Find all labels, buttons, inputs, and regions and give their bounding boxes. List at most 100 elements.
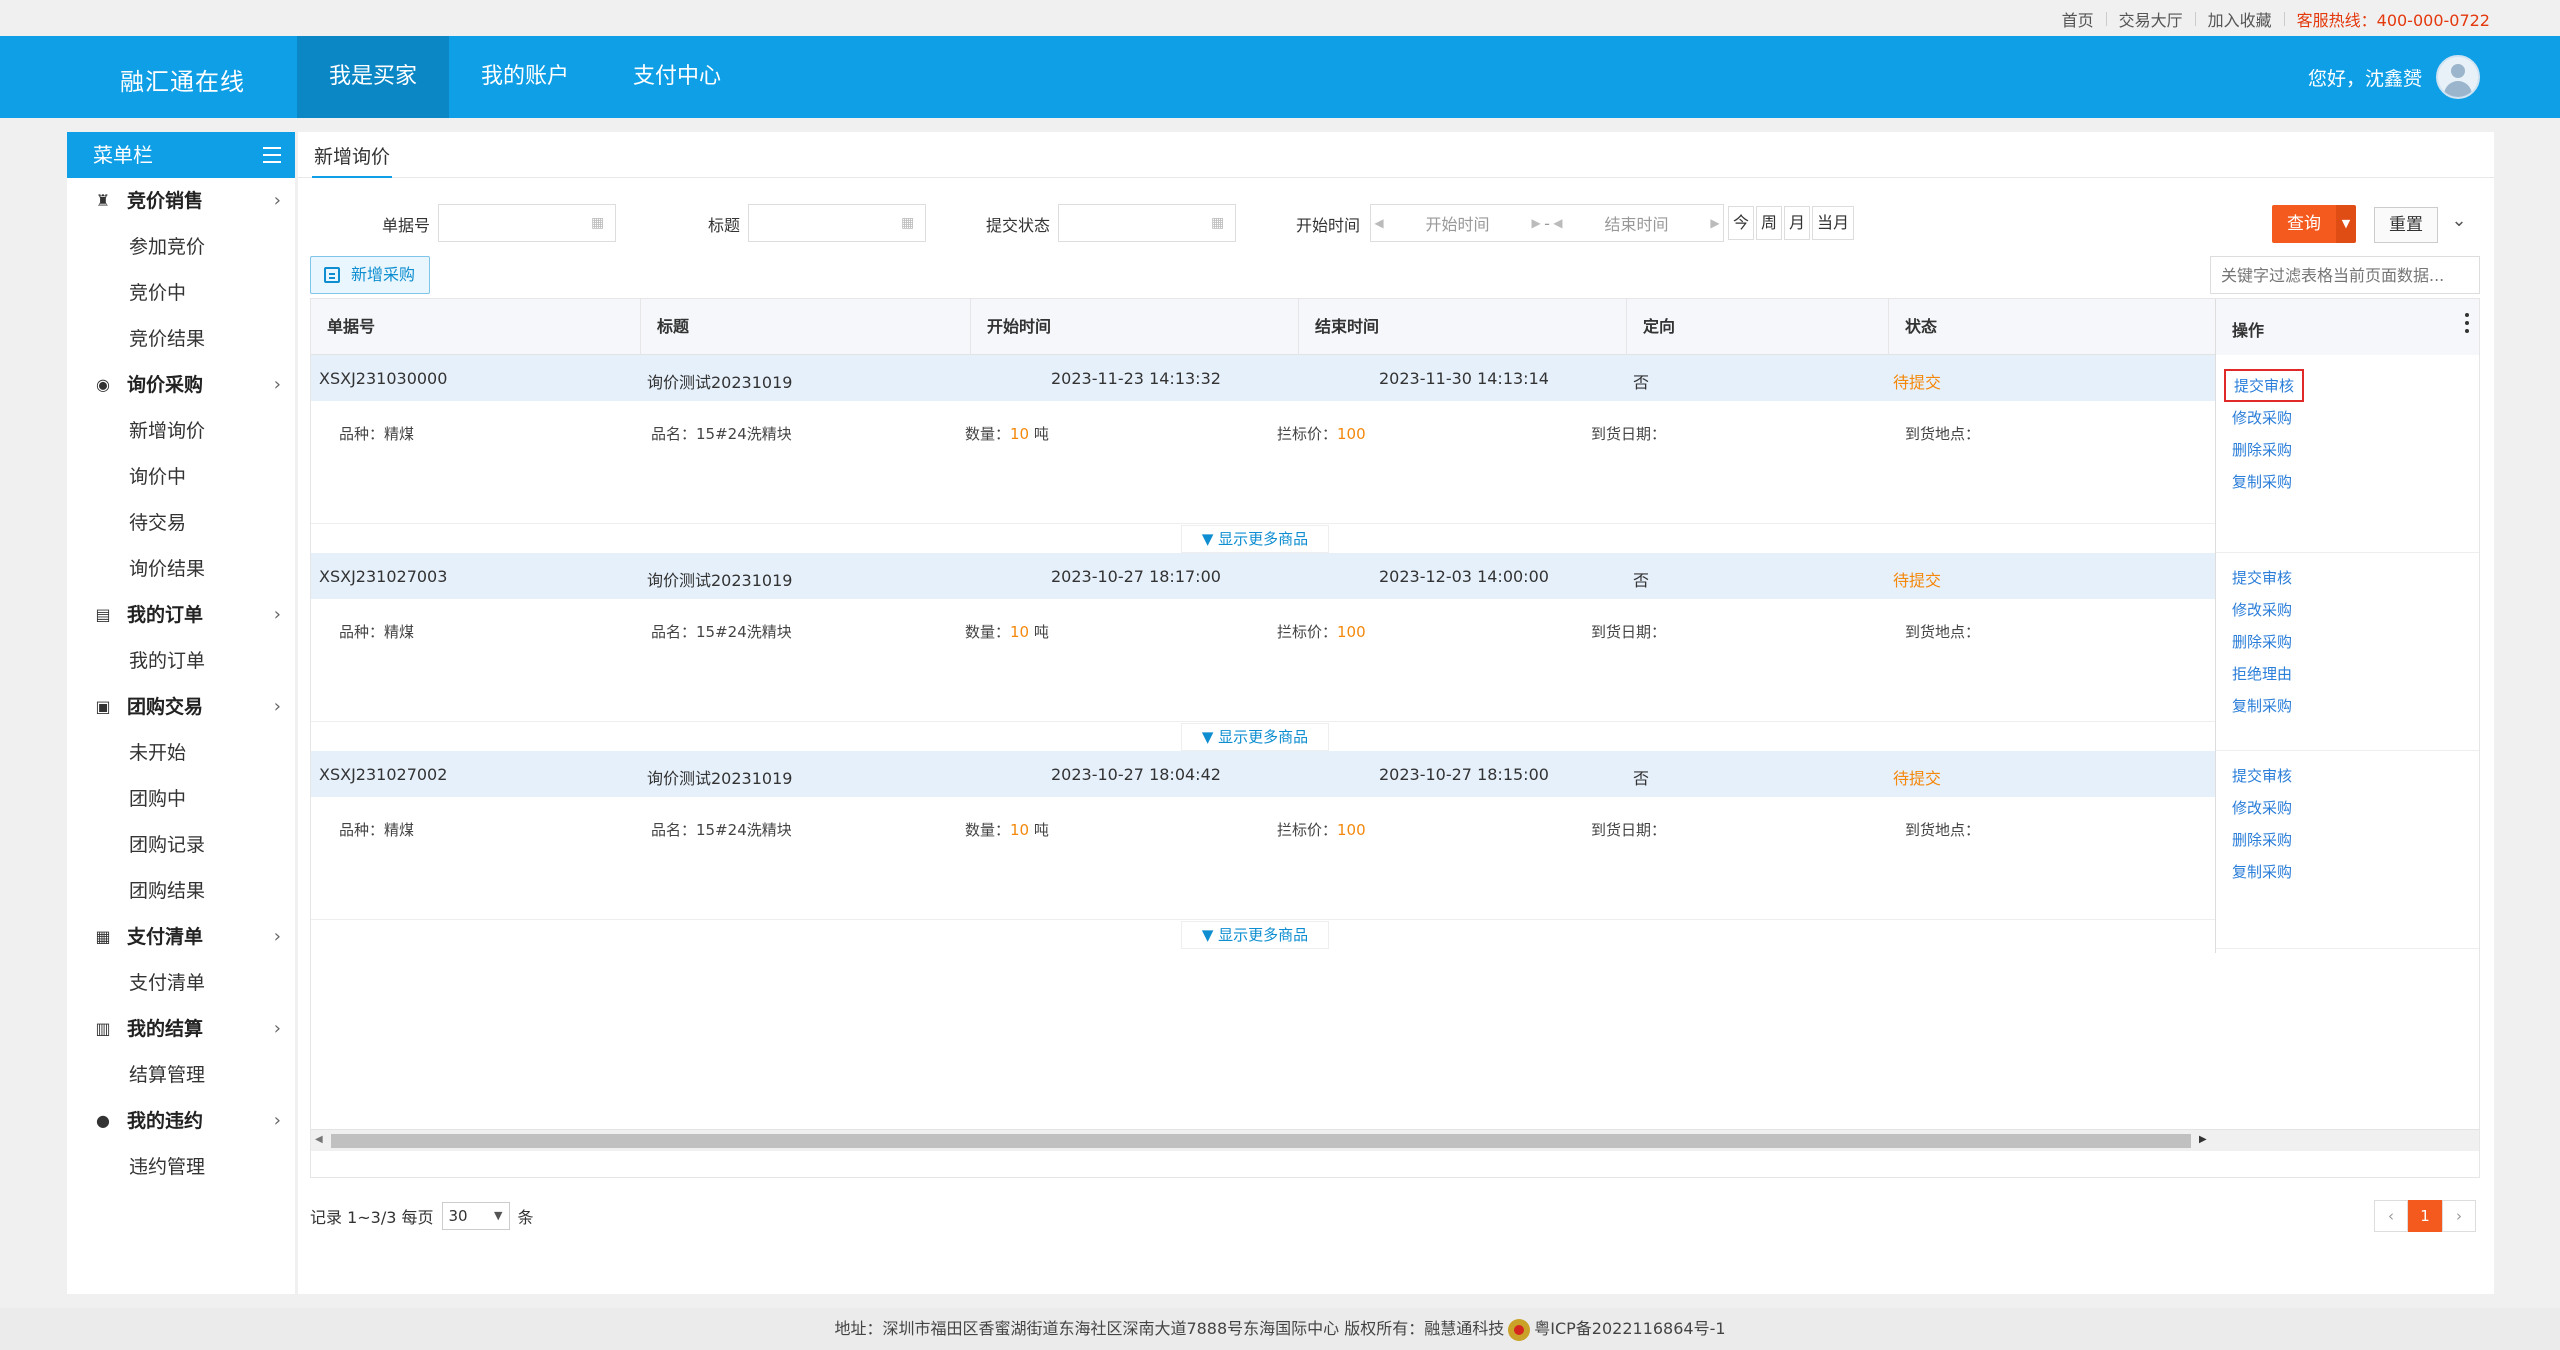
column-menu-icon[interactable] xyxy=(2465,313,2469,333)
scrollbar-thumb[interactable] xyxy=(331,1134,2191,1148)
title-input[interactable]: ▦ xyxy=(748,204,926,242)
col-start-time[interactable]: 开始时间 xyxy=(971,299,1299,355)
avatar-head xyxy=(2451,64,2465,78)
query-dropdown-caret-icon[interactable]: ▼ xyxy=(2336,205,2356,243)
sidebar-group-title[interactable]: ◉ 询价采购 › xyxy=(67,362,295,408)
copy-purchase-link[interactable]: 复制采购 xyxy=(2232,861,2292,882)
show-more-button[interactable]: ▼ 显示更多商品 xyxy=(1181,921,1329,949)
col-direction[interactable]: 定向 xyxy=(1627,299,1889,355)
end-date-input[interactable]: 结束时间 xyxy=(1566,211,1707,235)
order-no-label: 单据号 xyxy=(382,216,431,235)
sidebar-item-join-bidding[interactable]: 参加竞价 xyxy=(67,224,295,270)
scroll-left-icon[interactable]: ◀ xyxy=(315,1134,323,1145)
user-greeting[interactable]: 您好，沈鑫赟 xyxy=(2308,64,2422,91)
hamburger-icon[interactable] xyxy=(263,147,281,163)
edit-purchase-link[interactable]: 修改采购 xyxy=(2232,599,2292,620)
submit-review-link[interactable]: 提交审核 xyxy=(2232,765,2292,786)
sidebar-group-title[interactable]: ● 我的违约 › xyxy=(67,1098,295,1144)
sidebar-group-title[interactable]: ♜ 竞价销售 › xyxy=(67,178,295,224)
sidebar-group-title[interactable]: ▦ 支付清单 › xyxy=(67,914,295,960)
row-summary[interactable]: XSXJ231030000 询价测试20231019 2023-11-23 14… xyxy=(311,355,2215,401)
sidebar-group-title[interactable]: ▣ 团购交易 › xyxy=(67,684,295,730)
delete-purchase-link[interactable]: 删除采购 xyxy=(2232,829,2292,850)
group-label: 竞价销售 xyxy=(127,190,204,212)
edit-purchase-link[interactable]: 修改采购 xyxy=(2232,797,2292,818)
sidebar-item-pending-trade[interactable]: 待交易 xyxy=(67,500,295,546)
collapse-chevron-icon[interactable]: ⌄ xyxy=(2446,210,2472,236)
sidebar-group-payment: ▦ 支付清单 › 支付清单 xyxy=(67,914,295,1006)
sidebar-item-my-orders[interactable]: 我的订单 xyxy=(67,638,295,684)
quick-today-button[interactable]: 今 xyxy=(1728,206,1754,240)
gavel-icon: ♜ xyxy=(95,191,111,210)
order-no-input[interactable]: ▦ xyxy=(438,204,616,242)
row-summary[interactable]: XSXJ231027002 询价测试20231019 2023-10-27 18… xyxy=(311,751,2215,797)
sidebar-item-inquiry-result[interactable]: 询价结果 xyxy=(67,546,295,592)
detail-arrival-place: 到货地点： xyxy=(1905,425,1981,443)
table-filter-input[interactable] xyxy=(2210,256,2480,294)
trading-hall-link[interactable]: 交易大厅 xyxy=(2119,7,2183,31)
sidebar-item-settlement-mgmt[interactable]: 结算管理 xyxy=(67,1052,295,1098)
row-status: 待提交 xyxy=(1893,571,1942,590)
submit-review-link[interactable]: 提交审核 xyxy=(2224,369,2305,402)
detail-label: 品名： xyxy=(651,623,697,641)
nav-account[interactable]: 我的账户 xyxy=(449,36,601,118)
delete-purchase-link[interactable]: 删除采购 xyxy=(2232,631,2292,652)
sidebar-header: 菜单栏 xyxy=(67,132,295,178)
add-favorite-link[interactable]: 加入收藏 xyxy=(2208,7,2272,31)
sidebar-item-new-inquiry[interactable]: 新增询价 xyxy=(67,408,295,454)
reject-reason-link[interactable]: 拒绝理由 xyxy=(2232,663,2292,684)
date-range-picker[interactable]: ◀ 开始时间 ▶ - ◀ 结束时间 ▶ xyxy=(1370,204,1724,242)
quick-month-button[interactable]: 月 xyxy=(1784,206,1810,240)
page-size-select[interactable]: 30 ▼ xyxy=(441,1202,510,1230)
detail-arrival-place: 到货地点： xyxy=(1905,821,1981,839)
horizontal-scrollbar[interactable]: ◀ ▶ xyxy=(311,1129,2479,1151)
nav-buyer[interactable]: 我是买家 xyxy=(297,36,450,118)
show-more-button[interactable]: ▼ 显示更多商品 xyxy=(1181,525,1329,553)
sidebar-item-payment-list[interactable]: 支付清单 xyxy=(67,960,295,1006)
prev-page-button[interactable]: ‹ xyxy=(2374,1200,2408,1232)
sidebar-item-group-records[interactable]: 团购记录 xyxy=(67,822,295,868)
show-more-button[interactable]: ▼ 显示更多商品 xyxy=(1181,723,1329,751)
sidebar-item-bidding-result[interactable]: 竞价结果 xyxy=(67,316,295,362)
quick-week-button[interactable]: 周 xyxy=(1756,206,1782,240)
user-area[interactable]: 您好，沈鑫赟 xyxy=(2308,55,2480,99)
sidebar-group-title[interactable]: ▥ 我的结算 › xyxy=(67,1006,295,1052)
reset-button[interactable]: 重置 xyxy=(2374,207,2438,243)
sidebar-item-group-buying[interactable]: 团购中 xyxy=(67,776,295,822)
footer-icp[interactable]: 粤ICP备2022116864号-1 xyxy=(1534,1319,1725,1338)
brand-logo[interactable]: 融汇通在线 xyxy=(120,62,245,97)
copy-purchase-link[interactable]: 复制采购 xyxy=(2232,471,2292,492)
tab-new-inquiry[interactable]: 新增询价 xyxy=(312,142,393,178)
avatar[interactable] xyxy=(2436,55,2480,99)
sidebar-item-default-mgmt[interactable]: 违约管理 xyxy=(67,1144,295,1190)
row-title: 询价测试20231019 xyxy=(647,373,793,392)
sidebar-item-inquiring[interactable]: 询价中 xyxy=(67,454,295,500)
row-summary[interactable]: XSXJ231027003 询价测试20231019 2023-10-27 18… xyxy=(311,553,2215,599)
status-select[interactable]: ▦ xyxy=(1058,204,1236,242)
row-end-time: 2023-11-30 14:13:14 xyxy=(1379,369,1549,388)
col-status[interactable]: 状态 xyxy=(1889,299,2215,355)
col-title[interactable]: 标题 xyxy=(641,299,971,355)
sidebar-group-title[interactable]: ▤ 我的订单 › xyxy=(67,592,295,638)
start-date-input[interactable]: 开始时间 xyxy=(1387,211,1528,235)
add-purchase-button[interactable]: 新增采购 xyxy=(310,256,431,294)
copy-purchase-link[interactable]: 复制采购 xyxy=(2232,695,2292,716)
home-link[interactable]: 首页 xyxy=(2062,7,2094,31)
chevron-right-icon: › xyxy=(273,696,281,717)
sidebar-item-group-results[interactable]: 团购结果 xyxy=(67,868,295,914)
col-order-no[interactable]: 单据号 xyxy=(311,299,641,355)
submit-review-link[interactable]: 提交审核 xyxy=(2232,567,2292,588)
delete-purchase-link[interactable]: 删除采购 xyxy=(2232,439,2292,460)
sidebar-item-bidding[interactable]: 竞价中 xyxy=(67,270,295,316)
op-group: 提交审核 修改采购 删除采购 复制采购 xyxy=(2216,751,2479,949)
next-page-button[interactable]: › xyxy=(2442,1200,2476,1232)
sidebar-item-not-started[interactable]: 未开始 xyxy=(67,730,295,776)
edit-purchase-link[interactable]: 修改采购 xyxy=(2232,407,2292,428)
page-1-button[interactable]: 1 xyxy=(2408,1200,2442,1232)
query-button[interactable]: 查询 xyxy=(2272,205,2336,243)
scroll-right-icon[interactable]: ▶ xyxy=(2199,1134,2207,1145)
nav-payment-center[interactable]: 支付中心 xyxy=(601,36,753,118)
quick-current-month-button[interactable]: 当月 xyxy=(1812,206,1854,240)
col-end-time[interactable]: 结束时间 xyxy=(1299,299,1627,355)
group-label: 我的结算 xyxy=(127,1018,204,1040)
